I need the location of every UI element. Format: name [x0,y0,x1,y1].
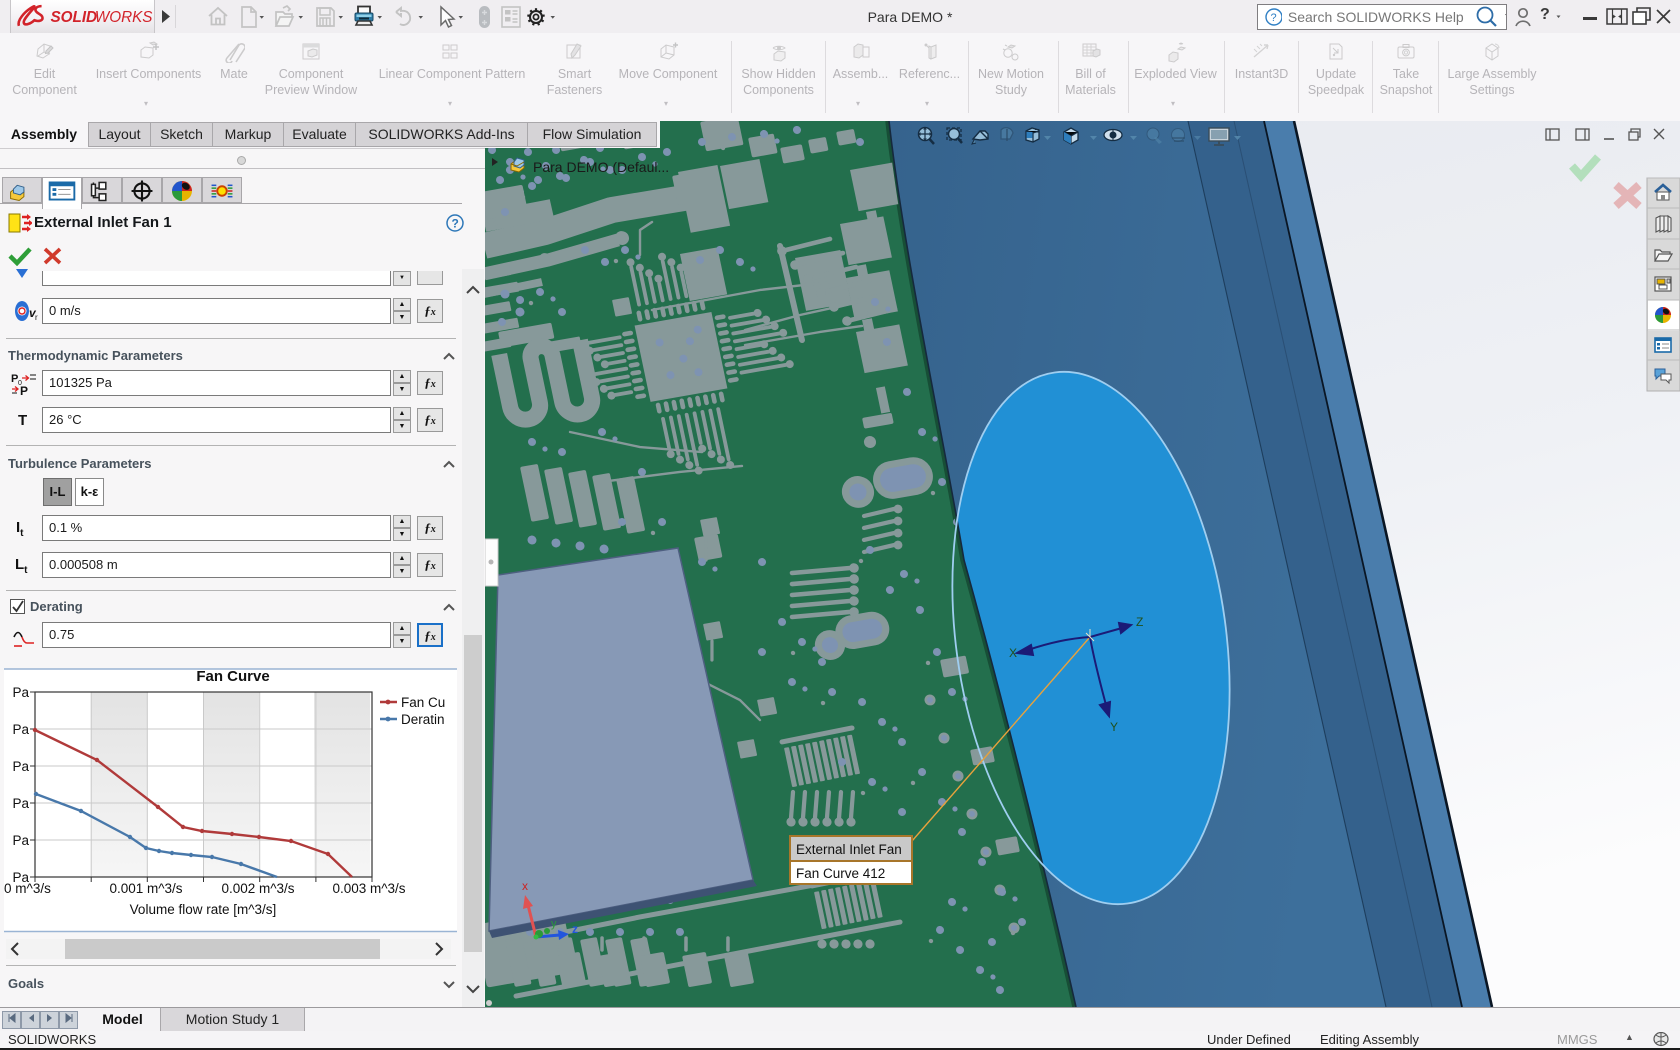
svg-text:Fan Cu: Fan Cu [401,695,445,710]
svg-text:Pa: Pa [12,685,29,700]
svg-text:X: X [1009,646,1017,660]
svg-text:Fan Curve: Fan Curve [196,668,269,685]
svg-text:0.001 m^3/s: 0.001 m^3/s [109,881,182,896]
svg-text:Pa: Pa [12,722,29,737]
svg-text:Z: Z [1136,615,1143,629]
svg-text:WORKS: WORKS [95,9,153,26]
svg-text:Pa: Pa [12,796,29,811]
svg-text:Y: Y [1110,720,1118,734]
svg-text:0.003 m^3/s: 0.003 m^3/s [332,881,405,896]
svg-text:r: r [35,313,38,322]
svg-text:Fan Curve 412: Fan Curve 412 [796,866,885,881]
svg-text:x: x [522,879,528,893]
svg-text:?: ? [452,217,459,231]
svg-text:SOLID: SOLID [50,9,97,26]
svg-text:Volume flow rate [m^3/s]: Volume flow rate [m^3/s] [130,902,277,917]
svg-text:?: ? [1271,12,1277,24]
svg-text:External Inlet Fan: External Inlet Fan [796,842,902,857]
svg-text:0 m^3/s: 0 m^3/s [4,881,51,896]
svg-text:0.002 m^3/s: 0.002 m^3/s [221,881,294,896]
svg-text:Pa: Pa [12,833,29,848]
svg-text:P: P [20,384,28,397]
svg-text:Deratin: Deratin [401,712,445,727]
svg-text:Pa: Pa [12,759,29,774]
svg-text:z: z [572,922,578,936]
svg-text:Para DEMO (Defaul...: Para DEMO (Defaul... [533,159,669,175]
svg-text:y: y [551,918,557,930]
